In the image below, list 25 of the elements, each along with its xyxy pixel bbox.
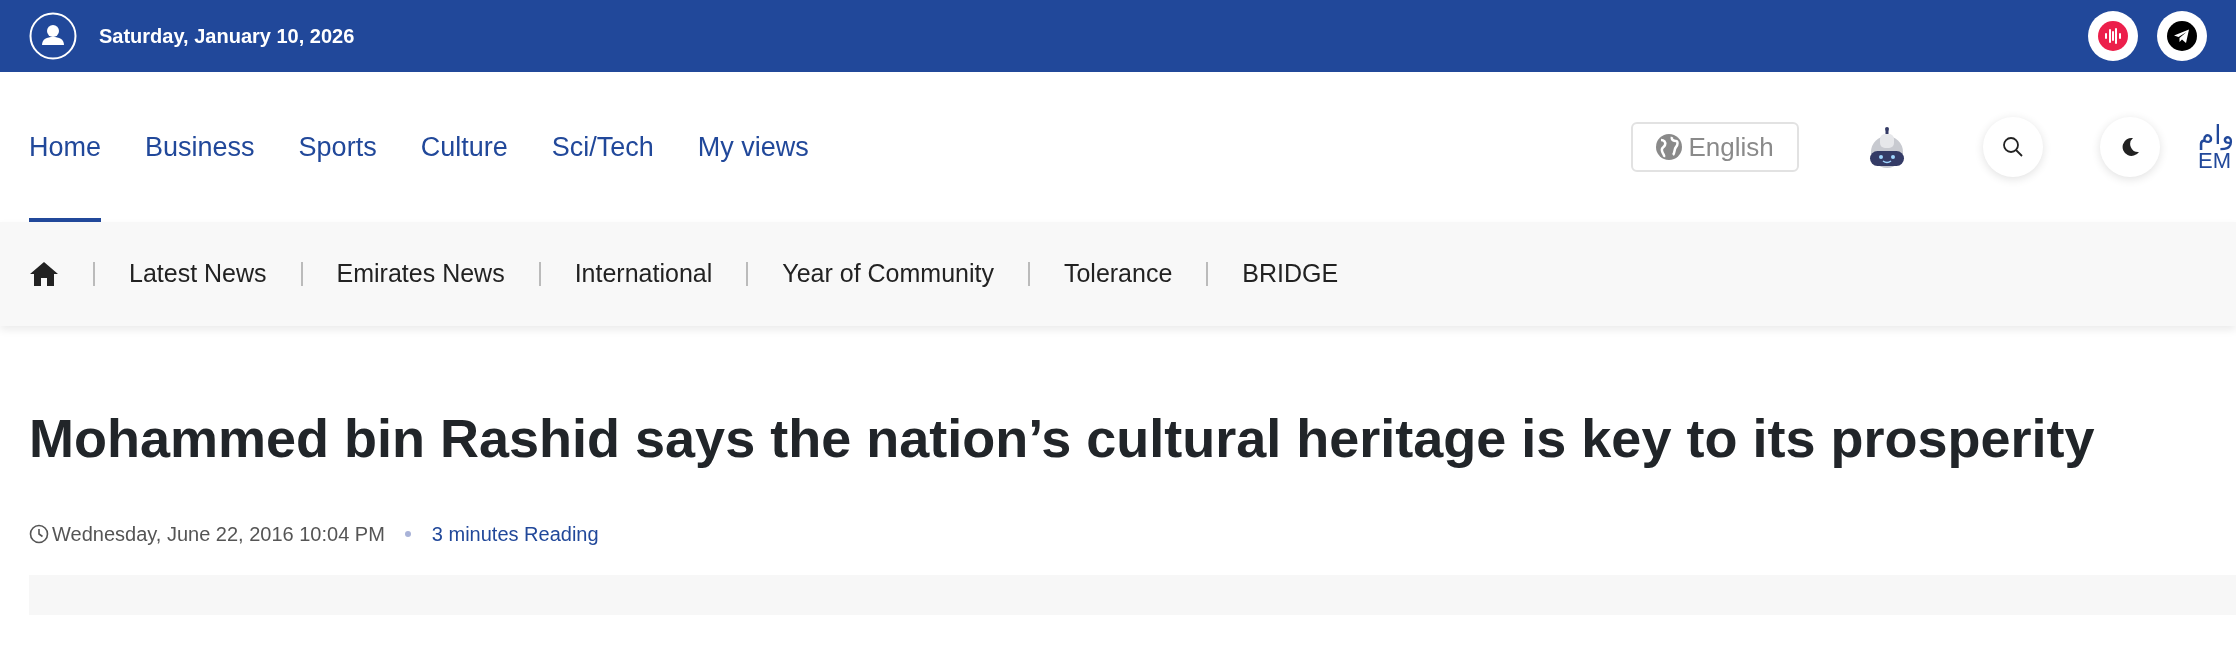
nav-tab[interactable]: Sci/Tech: [551, 72, 654, 222]
home-icon[interactable]: [29, 261, 59, 287]
nav-tab[interactable]: Culture: [420, 72, 508, 222]
moon-icon: [2120, 137, 2141, 157]
search-icon: [2002, 136, 2025, 158]
search-button[interactable]: [1983, 117, 2044, 177]
podcast-icon[interactable]: [2088, 11, 2138, 61]
nav-tab[interactable]: Business: [145, 72, 255, 222]
sub-nav-link[interactable]: Year of Community: [782, 255, 994, 293]
globe-icon: [1656, 134, 1683, 160]
article-title: Mohammed bin Rashid says the nation’s cultural heritage is key to its prosperity: [29, 407, 2096, 470]
sub-nav-link[interactable]: Tolerance: [1063, 255, 1173, 293]
publish-date: Wednesday, June 22, 2016 10:04 PM: [52, 521, 385, 547]
sub-nav-link[interactable]: International: [574, 255, 713, 293]
sub-nav-link[interactable]: Emirates News: [336, 255, 505, 293]
user-icon[interactable]: [29, 12, 77, 60]
sub-nav-link[interactable]: Latest News: [129, 255, 267, 293]
clock-icon: [29, 523, 49, 544]
telegram-icon[interactable]: [2157, 11, 2207, 61]
nav-tab[interactable]: My views: [697, 72, 809, 222]
reading-time: 3 minutes Reading: [431, 521, 599, 547]
current-date: Saturday, January 10, 2026: [99, 24, 355, 49]
dark-mode-button[interactable]: [2100, 117, 2161, 177]
sub-nav-link[interactable]: BRIDGE: [1242, 255, 1339, 293]
nav-tab[interactable]: Sports: [298, 72, 377, 222]
